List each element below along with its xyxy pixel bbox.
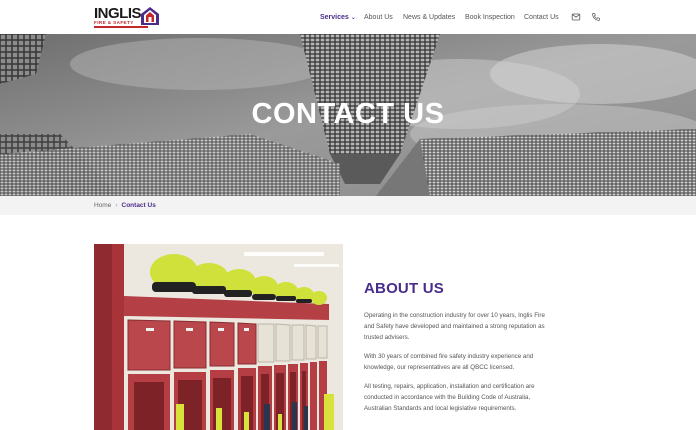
fire-lockers-image xyxy=(94,244,343,430)
breadcrumb-current: Contact Us xyxy=(121,202,156,209)
mail-icon xyxy=(571,13,581,21)
phone-button[interactable] xyxy=(590,11,602,23)
nav-item-news-updates[interactable]: News & Updates xyxy=(403,12,455,24)
lockers-photo xyxy=(94,244,343,430)
logo-wordmark: INGLIS xyxy=(94,5,142,22)
chevron-down-icon: ⌄ xyxy=(350,15,356,21)
house-icon xyxy=(141,7,159,25)
breadcrumb-home-link[interactable]: Home xyxy=(94,202,111,209)
breadcrumb-bar: Home › Contact Us xyxy=(0,196,696,215)
nav-item-about-us[interactable]: About Us xyxy=(364,12,393,24)
nav-item-contact-us[interactable]: Contact Us xyxy=(524,12,559,24)
site-header: INGLIS FIRE & SAFETY Services ⌄ About Us … xyxy=(0,0,696,34)
phone-icon xyxy=(592,13,600,21)
logo-tagline: FIRE & SAFETY xyxy=(94,20,134,25)
about-paragraph-1: Operating in the construction industry f… xyxy=(364,312,545,341)
nav-item-book-inspection[interactable]: Book Inspection xyxy=(465,12,515,24)
about-heading: ABOUT US xyxy=(364,280,444,297)
about-paragraph-2: With 30 years of combined fire safety in… xyxy=(364,353,534,371)
nav-item-label: Services xyxy=(320,14,349,21)
site-logo[interactable]: INGLIS FIRE & SAFETY xyxy=(94,6,160,29)
hero-banner: CONTACT US xyxy=(0,34,696,196)
about-paragraph-3: All testing, repairs, application, insta… xyxy=(364,383,535,412)
logo-underline xyxy=(94,26,148,28)
mail-button[interactable] xyxy=(570,11,582,23)
chevron-right-icon: › xyxy=(115,202,118,209)
nav-item-services[interactable]: Services ⌄ xyxy=(320,12,356,24)
breadcrumb: Home › Contact Us xyxy=(94,201,156,210)
page-title: CONTACT US xyxy=(251,98,445,130)
